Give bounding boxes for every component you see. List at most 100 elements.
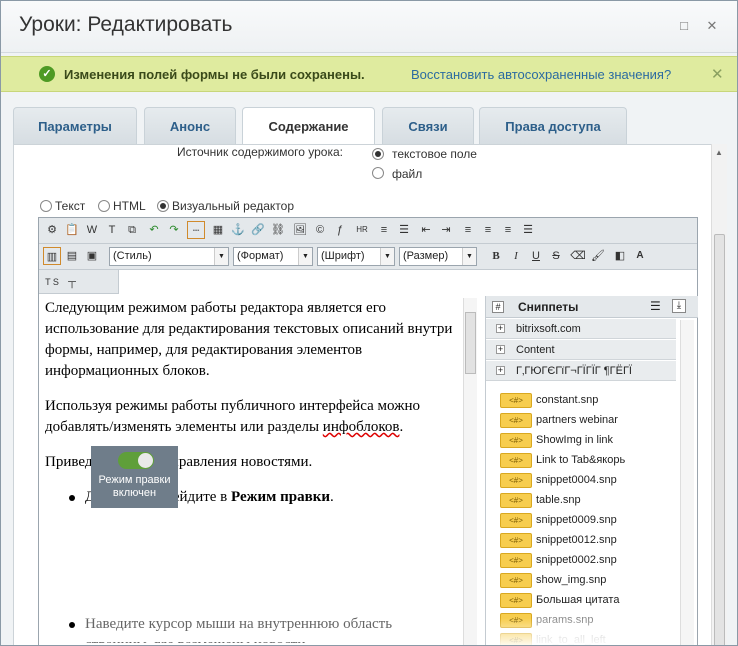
source-label: Источник содержимого урока: — [177, 145, 343, 159]
close-icon[interactable]: ✕ — [705, 19, 719, 33]
mode-html-radio[interactable] — [98, 200, 110, 212]
tab-content[interactable]: Содержание — [242, 107, 375, 147]
copy-icon[interactable]: ⧉ — [123, 221, 141, 239]
check-icon: ✓ — [39, 66, 55, 82]
outdent-icon[interactable]: ⇤ — [417, 221, 435, 239]
maximize-icon[interactable]: □ — [677, 19, 691, 33]
horizontal-rule-icon[interactable]: HR — [353, 221, 371, 239]
toolbar-row-3: T S ┬ — [39, 270, 119, 294]
link-icon[interactable]: 🔗 — [249, 221, 267, 239]
paste-text-icon[interactable]: T — [103, 221, 121, 239]
paste-word-icon[interactable]: W — [83, 221, 101, 239]
snippet-item[interactable]: <#> Большая цитата — [500, 590, 619, 610]
window-title: Уроки: Редактировать — [19, 13, 233, 36]
background-color-icon[interactable]: ◧ — [611, 247, 629, 265]
snippet-group-3[interactable]: + Г‚ГЮГЄГїГ¬ГЇГЇГ ¶ГЁГЇ — [486, 361, 676, 381]
snippet-group-1[interactable]: + bitrixsoft.com — [486, 319, 676, 339]
brush-icon[interactable]: 🖌 — [589, 247, 607, 265]
title-bar: Уроки: Редактировать □ ✕ — [1, 1, 737, 53]
mode-visual-label: Визуальный редактор — [172, 199, 295, 213]
editor-scrollbar[interactable] — [463, 298, 477, 645]
list-view-icon[interactable]: ☰ — [650, 299, 661, 313]
snippet-item[interactable]: <#> snippet0004.snp — [500, 470, 617, 490]
notice-message: Изменения полей формы не были сохранены. — [64, 67, 365, 82]
table-icon[interactable]: ▦ — [209, 221, 227, 239]
toolbar-row-2: ▥ ▤ ▣ (Стиль) ▼ (Формат) ▼ (Шрифт) ▼ (Разме… — [39, 244, 697, 270]
snippets-title: Сниппеты — [518, 300, 579, 314]
ts-icon[interactable]: T S — [41, 273, 63, 291]
typograph-icon[interactable]: ┬ — [63, 273, 81, 291]
font-select[interactable]: (Шрифт) ▼ — [317, 247, 395, 266]
indent-icon[interactable]: ⇥ — [437, 221, 455, 239]
toolbar-row-1: ⚙ 📋 W T ⧉ ↶ ↷ ┄ ▦ ⚓ 🔗 ⛓ 🖼 © ƒ HR ≡ ☰ ⇤ ⇥… — [39, 218, 697, 244]
dialog-window: Уроки: Редактировать □ ✕ ✓ Изменения пол… — [0, 0, 738, 646]
scroll-up-icon[interactable]: ▲ — [715, 148, 723, 157]
align-right-icon[interactable]: ≡ — [499, 221, 517, 239]
settings-icon[interactable]: ⚙ — [43, 221, 61, 239]
snippets-scrollbar[interactable] — [680, 320, 694, 645]
font-color-icon[interactable]: A — [631, 247, 649, 265]
anchor-icon[interactable]: ⚓ — [229, 221, 247, 239]
toggle-switch-icon — [118, 452, 154, 469]
undo-icon[interactable]: ↶ — [145, 221, 163, 239]
code-mode-icon[interactable]: ▣ — [83, 247, 101, 265]
download-icon[interactable]: ⤓ — [672, 299, 686, 313]
bullet-list-icon[interactable]: ☰ — [395, 221, 413, 239]
align-left-icon[interactable]: ≡ — [459, 221, 477, 239]
restore-autosave-link[interactable]: Восстановить автосохраненные значения? — [411, 67, 671, 82]
snippet-item[interactable]: <#> snippet0009.snp — [500, 510, 617, 530]
snippet-item[interactable]: <#> show_img.snp — [500, 570, 606, 590]
size-select[interactable]: (Размер) ▼ — [399, 247, 477, 266]
source-file-label: файл — [392, 167, 423, 181]
unlink-icon[interactable]: ⛓ — [269, 221, 287, 239]
snippet-item[interactable]: <#> table.snp — [500, 490, 581, 510]
snippet-item[interactable]: <#> Link to Tab&якорь — [500, 450, 625, 470]
notice-close-icon[interactable]: ✕ — [711, 65, 724, 83]
align-justify-icon[interactable]: ☰ — [519, 221, 537, 239]
wysiwyg-mode-icon[interactable]: ▥ — [43, 247, 61, 265]
panel-scrollbar[interactable]: ▲ — [711, 144, 727, 645]
hr-dashed-icon[interactable]: ┄ — [187, 221, 205, 239]
tab-announce[interactable]: Анонс — [144, 107, 236, 145]
list-item-2: Наведите курсор мыши на внутреннюю облас… — [45, 614, 455, 643]
align-center-icon[interactable]: ≡ — [479, 221, 497, 239]
visual-editor: ⚙ 📋 W T ⧉ ↶ ↷ ┄ ▦ ⚓ 🔗 ⛓ 🖼 © ƒ HR ≡ ☰ ⇤ ⇥… — [38, 217, 698, 645]
source-file-radio[interactable] — [372, 167, 384, 179]
paste-icon[interactable]: 📋 — [63, 221, 81, 239]
tab-parameters[interactable]: Параметры — [13, 107, 137, 145]
ordered-list-icon[interactable]: ≡ — [375, 221, 393, 239]
style-select[interactable]: (Стиль) ▼ — [109, 247, 229, 266]
source-text-label: текстовое поле — [392, 147, 477, 161]
bold-icon[interactable]: B — [487, 247, 505, 265]
tab-links[interactable]: Связи — [382, 107, 474, 145]
split-mode-icon[interactable]: ▤ — [63, 247, 81, 265]
eraser-icon[interactable]: ⌫ — [569, 247, 587, 265]
snippet-item[interactable]: <#> snippet0002.snp — [500, 550, 617, 570]
mode-visual-radio[interactable] — [157, 200, 169, 212]
unsaved-notice: ✓ Изменения полей формы не были сохранен… — [1, 56, 737, 92]
format-select[interactable]: (Формат) ▼ — [233, 247, 313, 266]
flash-icon[interactable]: ƒ — [331, 221, 349, 239]
snippet-item[interactable]: <#> ShowImg in link — [500, 430, 613, 450]
snippet-group-2[interactable]: + Content — [486, 340, 676, 360]
content-paragraph-1: Следующим режимом работы редактора являе… — [45, 300, 453, 379]
mode-text-radio[interactable] — [40, 200, 52, 212]
tab-bar: Параметры Анонс Содержание Связи Права д… — [13, 107, 713, 147]
snippet-item[interactable]: <#> constant.snp — [500, 390, 598, 410]
source-text-radio[interactable] — [372, 148, 384, 160]
tab-access[interactable]: Права доступа — [479, 107, 627, 145]
underline-icon[interactable]: U — [527, 247, 545, 265]
redo-icon[interactable]: ↷ — [165, 221, 183, 239]
copyright-icon[interactable]: © — [311, 221, 329, 239]
content-paragraph-2: Используя режимы работы публичного интер… — [45, 398, 421, 435]
italic-icon[interactable]: I — [507, 247, 525, 265]
strike-icon[interactable]: S — [547, 247, 565, 265]
mode-text-label: Текст — [55, 199, 86, 213]
edit-mode-image: Режим правки включен — [91, 446, 178, 508]
image-icon[interactable]: 🖼 — [291, 221, 309, 239]
snippets-icon: # — [492, 301, 504, 313]
tab-panel: Источник содержимого урока: текстовое по… — [13, 144, 727, 645]
snippet-item[interactable]: <#> partners webinar — [500, 410, 618, 430]
snippet-item[interactable]: <#> snippet0012.snp — [500, 530, 617, 550]
snippets-panel: # Сниппеты ☰ ⤓ + bitrixsoft.com + Content … — [485, 296, 698, 645]
